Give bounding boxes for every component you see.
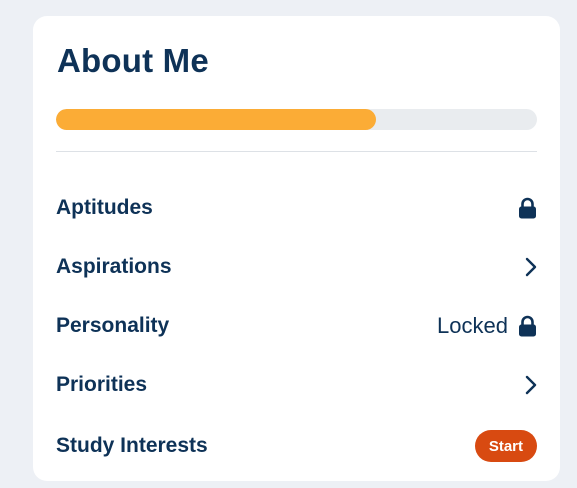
progress-fill: [56, 109, 376, 130]
progress-bar: [56, 109, 537, 130]
chevron-right-icon: [525, 257, 537, 277]
lock-icon: [518, 197, 537, 219]
start-button[interactable]: Start: [474, 430, 537, 462]
item-label: Priorities: [56, 373, 148, 396]
list-item-personality[interactable]: Personality Locked: [56, 306, 537, 346]
item-label: Aspirations: [56, 255, 172, 278]
item-label: Aptitudes: [56, 196, 153, 219]
list-item-aspirations[interactable]: Aspirations: [56, 247, 537, 287]
item-label: Study Interests: [56, 434, 208, 457]
card-title: About Me: [57, 42, 209, 79]
divider: [56, 151, 537, 152]
list-item-aptitudes[interactable]: Aptitudes: [56, 188, 537, 228]
list-item-priorities[interactable]: Priorities: [56, 365, 537, 405]
lock-icon: [518, 315, 537, 337]
list-item-study-interests[interactable]: Study Interests Start: [56, 426, 537, 466]
about-me-card: About Me Aptitudes Aspirations Personali…: [33, 16, 560, 481]
chevron-right-icon: [525, 375, 537, 395]
item-label: Personality: [56, 314, 170, 337]
locked-status: Locked: [437, 313, 508, 338]
